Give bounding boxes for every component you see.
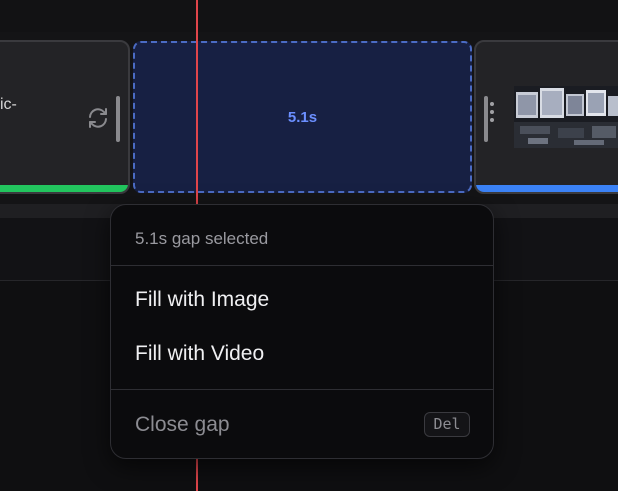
fill-with-video-item[interactable]: Fill with Video — [135, 342, 264, 366]
menu-divider — [111, 389, 493, 390]
menu-header: 5.1s gap selected — [135, 229, 269, 248]
clip-trim-handle-right[interactable] — [116, 96, 120, 142]
loop-icon[interactable] — [86, 106, 110, 130]
clip-trim-handle-left[interactable] — [484, 96, 488, 142]
clip-name: ic- — [0, 96, 17, 113]
shortcut-key-badge: Del — [424, 412, 470, 437]
timeline-clip-left[interactable]: ic- — [0, 40, 130, 194]
timeline-gap-selected[interactable]: 5.1s — [133, 41, 472, 193]
close-gap-item[interactable]: Close gap — [135, 413, 230, 437]
gap-context-menu: 5.1s gap selected Fill with Image Fill w… — [110, 204, 494, 459]
clip-thumbnail — [514, 86, 618, 148]
menu-divider — [111, 265, 493, 266]
gap-duration-label: 5.1s — [287, 109, 318, 126]
clip-color-bar — [0, 185, 128, 192]
timeline-clip-right[interactable] — [474, 40, 618, 194]
grip-icon[interactable] — [490, 98, 496, 132]
clip-color-bar — [476, 185, 618, 192]
fill-with-image-item[interactable]: Fill with Image — [135, 288, 269, 312]
timeline-top-band — [0, 0, 618, 32]
